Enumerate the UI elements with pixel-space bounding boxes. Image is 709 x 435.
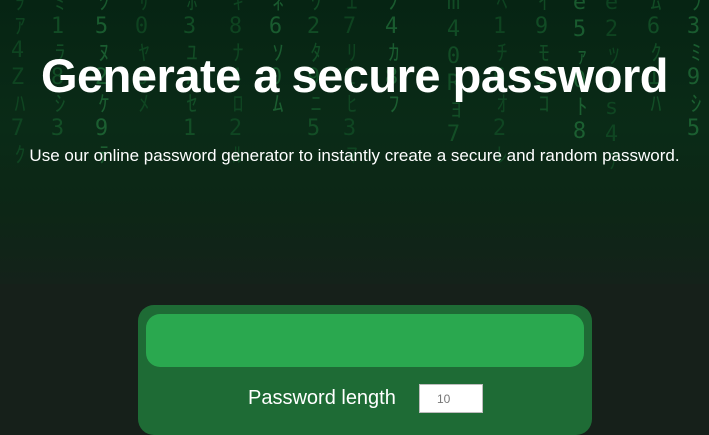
page-title: Generate a secure password [40, 49, 669, 102]
password-generator-card: Password length [138, 305, 592, 435]
hero-section: ｦｱ4Zﾊ7ｸ ﾐ1ﾗ8ｼ3 ﾂ5ﾇ2ｹ9ﾃ ｻ0ﾔ6ﾒ ﾎ3ﾕ7ｾ1 ｷ8ﾅ4… [0, 0, 709, 284]
generated-password-output[interactable] [146, 314, 584, 367]
page-subtitle: Use our online password generator to ins… [29, 146, 680, 165]
password-length-label: Password length [248, 387, 396, 409]
password-length-row: Password length [138, 384, 592, 414]
password-length-input[interactable] [419, 384, 483, 413]
